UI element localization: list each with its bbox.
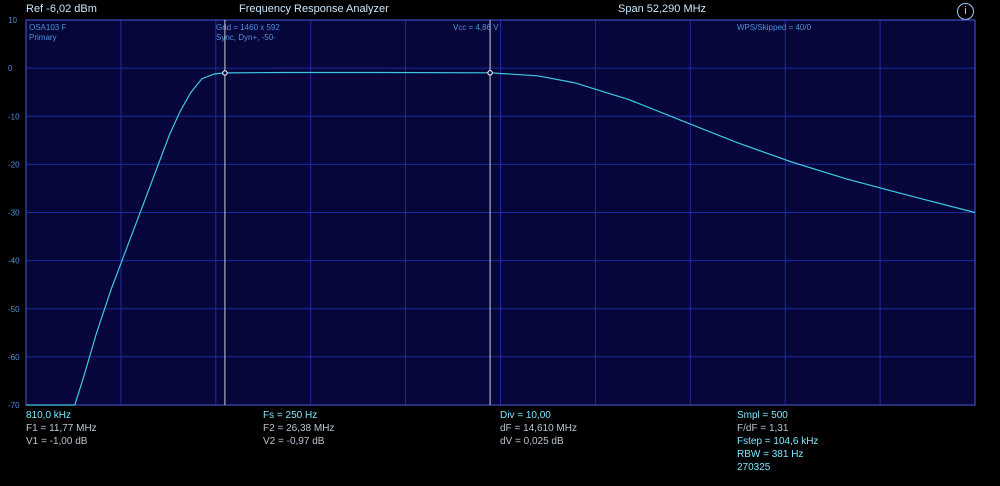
- overlay-wps: WPS/Skipped = 40/0: [737, 23, 812, 32]
- y-tick-label: 10: [8, 16, 17, 25]
- y-axis-ticks: 10 0 -10 -20 -30 -40 -50 -60 -70: [8, 16, 20, 410]
- fs-readout: Fs = 250 Hz: [263, 410, 318, 421]
- f-df-readout: F/dF = 1,31: [737, 423, 789, 434]
- y-tick-label: -60: [8, 353, 20, 362]
- dv-readout: dV = 0,025 dB: [500, 436, 564, 447]
- overlay-vcc: Vcc = 4,86 V: [453, 23, 499, 32]
- marker-point-v2[interactable]: [487, 70, 493, 76]
- readout-col-4: Smpl = 500 F/dF = 1,31 Fstep = 104,6 kHz…: [737, 409, 818, 474]
- y-tick-label: -30: [8, 209, 20, 218]
- fstep-readout: Fstep = 104,6 kHz: [737, 436, 819, 447]
- y-tick-label: -10: [8, 112, 20, 121]
- y-tick-label: -50: [8, 305, 20, 314]
- div-readout: Div = 10,00: [500, 410, 551, 421]
- df-readout: dF = 14,610 MHz: [500, 423, 577, 434]
- f2-readout: F2 = 26,38 MHz: [263, 423, 335, 434]
- marker-point-v1[interactable]: [222, 70, 228, 76]
- y-tick-label: -70: [8, 401, 20, 410]
- date-code: 270325: [737, 462, 771, 473]
- overlay-mode: Primary: [29, 33, 57, 42]
- readout-col-2: Fs = 250 Hz F2 = 26,38 MHz V2 = -0,97 dB: [263, 409, 334, 448]
- y-tick-label: -20: [8, 160, 20, 169]
- overlay-device: OSA103 F: [29, 23, 66, 32]
- v2-readout: V2 = -0,97 dB: [263, 436, 325, 447]
- readout-col-3: Div = 10,00 dF = 14,610 MHz dV = 0,025 d…: [500, 409, 577, 448]
- smpl-readout: Smpl = 500: [737, 410, 788, 421]
- overlay-grid: Grid = 1460 x 592: [216, 23, 280, 32]
- v1-readout: V1 = -1,00 dB: [26, 436, 88, 447]
- y-tick-label: 0: [8, 64, 13, 73]
- rbw-readout: RBW = 381 Hz: [737, 449, 804, 460]
- y-tick-label: -40: [8, 257, 20, 266]
- readout-col-1: 810,0 kHz F1 = 11,77 MHz V1 = -1,00 dB: [26, 409, 97, 448]
- start-frequency: 810,0 kHz: [26, 410, 72, 421]
- f1-readout: F1 = 11,77 MHz: [26, 423, 97, 434]
